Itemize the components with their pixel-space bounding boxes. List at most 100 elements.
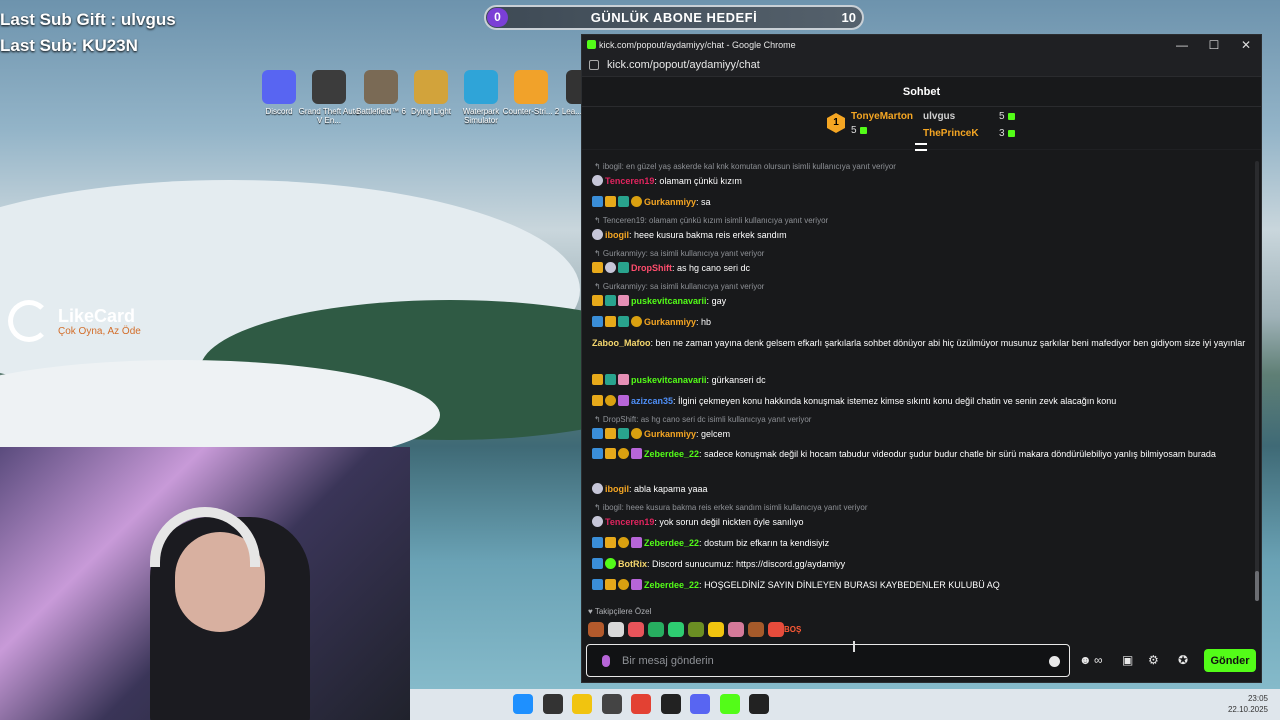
emote-icon[interactable] xyxy=(768,622,784,637)
emote-text[interactable]: BOŞ xyxy=(784,622,801,637)
ggg-badge-icon xyxy=(605,395,616,406)
badge-icon[interactable]: ✪ xyxy=(1178,653,1188,667)
chat-username[interactable]: BotRix xyxy=(618,559,647,569)
taskbar-app-icon[interactable] xyxy=(513,694,533,714)
settings-icon[interactable]: ⚙ xyxy=(1148,653,1159,667)
chat-message[interactable]: Tenceren19: olamam çünkü kızım xyxy=(592,174,1249,188)
chat-message[interactable]: ibogil: heee kusura bakma reis erkek san… xyxy=(592,228,1249,242)
chat-username[interactable]: Zeberdee_22 xyxy=(644,538,699,548)
emote-icon[interactable] xyxy=(588,622,604,637)
chat-window: kick.com/popout/aydamiyy/chat - Google C… xyxy=(581,34,1262,683)
chat-scrollbar[interactable] xyxy=(1255,161,1259,601)
chat-message[interactable]: BotRix: Discord sunucumuz: https://disco… xyxy=(592,557,1249,571)
chat-message[interactable]: azizcan35: İlgini çekmeyen konu hakkında… xyxy=(592,394,1249,408)
taskbar-app-icon[interactable] xyxy=(749,694,769,714)
message-input[interactable] xyxy=(622,652,1022,670)
chat-message[interactable]: Zeberdee_22: sadece konuşmak değil ki ho… xyxy=(592,447,1249,461)
emote-icon[interactable] xyxy=(648,622,664,637)
crown-badge-icon xyxy=(592,262,603,273)
chat-message[interactable]: Tenceren19: yok sorun değil nickten öyle… xyxy=(592,515,1249,529)
chat-message[interactable]: Gurkanmiyy: hb xyxy=(592,315,1249,329)
goal-title: GÜNLÜK ABONE HEDEFİ xyxy=(590,10,758,25)
sub-badge-icon xyxy=(592,428,603,439)
collapse-pinned-icon[interactable] xyxy=(915,143,927,151)
taskbar-app-icon[interactable] xyxy=(601,694,622,714)
ggg-badge-icon xyxy=(631,428,642,439)
chat-message[interactable]: puskevitcanavarii: gürkanseri dc xyxy=(592,373,1249,387)
taskbar-app-icon[interactable] xyxy=(690,694,710,714)
sub-badge-icon xyxy=(592,448,603,459)
minimize-button[interactable]: — xyxy=(1172,38,1192,52)
emote-icon[interactable] xyxy=(748,622,764,637)
taskbar-app-icon[interactable] xyxy=(719,694,740,714)
address-bar[interactable]: kick.com/popout/aydamiyy/chat xyxy=(582,55,1261,77)
taskbar-app-icon[interactable] xyxy=(572,694,592,714)
kick-favicon-icon xyxy=(587,40,596,49)
emoji-picker-icon[interactable] xyxy=(1049,656,1060,667)
goal-target: 10 xyxy=(841,10,856,25)
chat-username[interactable]: Gurkanmiyy xyxy=(644,317,696,327)
chat-message[interactable]: Gurkanmiyy: sa xyxy=(592,195,1249,209)
chat-message[interactable]: Gurkanmiyy: gelcem xyxy=(592,427,1249,441)
chat-message[interactable]: Zeberdee_22: HOŞGELDİNİZ SAYIN DİNLEYEN … xyxy=(592,578,1249,592)
site-info-icon[interactable] xyxy=(589,60,599,70)
chat-username[interactable]: Tenceren19 xyxy=(605,517,654,527)
chat-message[interactable]: Zeberdee_22: dostum biz efkarın ta kendi… xyxy=(592,536,1249,550)
moon-badge-icon xyxy=(592,516,603,527)
emote-icon[interactable] xyxy=(608,622,624,637)
chat-username[interactable]: Zeberdee_22 xyxy=(644,580,699,590)
chat-username[interactable]: Gurkanmiyy xyxy=(644,429,696,439)
rank-1-badge-icon: 1 xyxy=(827,113,845,133)
gifter-2-count-value: 5 xyxy=(999,111,1005,122)
send-button[interactable]: Gönder xyxy=(1204,649,1256,672)
chat-username[interactable]: puskevitcanavarii xyxy=(631,296,707,306)
emotes-label: ♥ Takipçilere Özel xyxy=(588,607,652,616)
chat-username[interactable]: Zaboo_Mafoo xyxy=(592,338,651,348)
mic-icon[interactable] xyxy=(602,655,610,667)
crown-badge-icon xyxy=(605,316,616,327)
chat-username[interactable]: Gurkanmiyy xyxy=(644,197,696,207)
app-icon xyxy=(464,70,498,104)
chat-text: hb xyxy=(701,317,712,327)
chat-username[interactable]: ibogil xyxy=(605,230,629,240)
taskbar: 23:05 22.10.2025 xyxy=(410,689,1280,720)
last-sub-gift: Last Sub Gift : ulvgus xyxy=(0,10,176,29)
emote-icon[interactable] xyxy=(628,622,644,637)
chat-text: olamam çünkü kızım xyxy=(659,176,742,186)
gifter-2-name[interactable]: ulvgus xyxy=(923,111,955,122)
chat-username[interactable]: ibogil xyxy=(605,484,629,494)
scrollbar-thumb[interactable] xyxy=(1255,571,1259,601)
ggg-badge-icon xyxy=(631,316,642,327)
chat-username[interactable]: azizcan35 xyxy=(631,396,673,406)
chat-message[interactable]: puskevitcanavarii: gay xyxy=(592,294,1249,308)
gifter-3-name[interactable]: ThePrinceK xyxy=(923,128,979,139)
crown-badge-icon xyxy=(605,196,616,207)
gifter-2-count: 5 xyxy=(999,111,1015,122)
taskbar-app-icon[interactable] xyxy=(660,694,681,714)
chat-message[interactable]: ibogil: abla kapama yaaa xyxy=(592,482,1249,496)
chat-username[interactable]: puskevitcanavarii xyxy=(631,375,707,385)
reply-context: ↰ Gurkanmiyy: sa isimli kullanıcıya yanı… xyxy=(594,282,765,291)
chat-message[interactable]: Zaboo_Mafoo: ben ne zaman yayına denk ge… xyxy=(592,336,1249,350)
moon-badge-icon xyxy=(592,483,603,494)
close-button[interactable]: ✕ xyxy=(1236,38,1256,52)
maximize-button[interactable]: ☐ xyxy=(1204,38,1224,52)
taskbar-app-icon[interactable] xyxy=(631,694,651,714)
chat-username[interactable]: Zeberdee_22 xyxy=(644,449,699,459)
chat-username[interactable]: Tenceren19 xyxy=(605,176,654,186)
emotes-icon[interactable]: ☻ xyxy=(1079,653,1092,667)
gifter-1-name[interactable]: TonyeMarton xyxy=(851,111,913,122)
emote-icon[interactable] xyxy=(708,622,724,637)
chat-username[interactable]: DropShift xyxy=(631,263,672,273)
emote-icon[interactable] xyxy=(668,622,684,637)
vip-badge-icon xyxy=(618,395,629,406)
infinity-icon[interactable]: ∞ xyxy=(1094,653,1103,667)
emote-bar: ♥ Takipçilere Özel BOŞ xyxy=(582,603,1261,643)
likecard-name: LikeCard xyxy=(58,306,136,326)
emote-icon[interactable] xyxy=(728,622,744,637)
chat-message[interactable]: DropShift: as hg cano seri dc xyxy=(592,261,1249,275)
taskbar-app-icon[interactable] xyxy=(542,694,563,714)
emote-icon[interactable] xyxy=(688,622,704,637)
url-text[interactable]: kick.com/popout/aydamiyy/chat xyxy=(607,59,760,71)
gift-sub-icon[interactable]: ▣ xyxy=(1122,653,1133,667)
